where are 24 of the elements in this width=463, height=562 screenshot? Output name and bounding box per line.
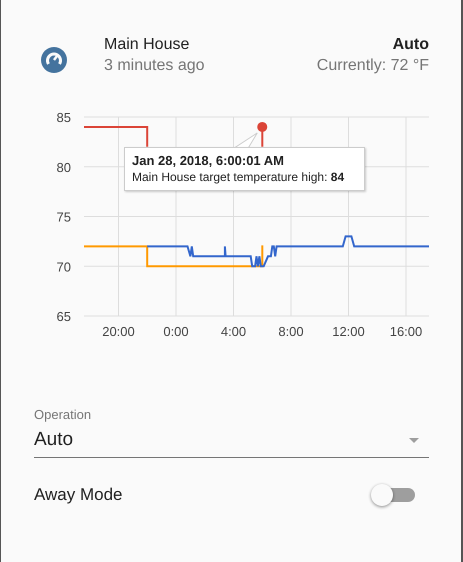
- operation-dropdown[interactable]: Auto: [34, 424, 429, 458]
- tooltip-text: Main House target temperature high: 84: [132, 169, 346, 185]
- last-updated: 3 minutes ago: [104, 57, 206, 75]
- thermostat-icon: [41, 47, 67, 73]
- x-axis-label: 4:00: [220, 324, 246, 339]
- tooltip-title: Jan 28, 2018, 6:00:01 AM: [132, 153, 285, 169]
- y-axis-label: 65: [56, 309, 71, 324]
- y-axis-label: 80: [56, 160, 71, 175]
- operation-label: Operation: [34, 407, 92, 422]
- y-axis-label: 70: [56, 259, 71, 274]
- y-axis-label: 85: [56, 110, 71, 125]
- x-axis-label: 16:00: [390, 324, 422, 339]
- caret-icon: [409, 438, 419, 442]
- mode-state: Auto: [392, 36, 429, 54]
- x-axis-label: 8:00: [278, 324, 304, 339]
- data-point-marker[interactable]: [257, 122, 268, 132]
- y-axis-label: 75: [56, 210, 71, 224]
- x-axis-label: 12:00: [332, 324, 365, 339]
- device-name: Main House: [104, 36, 190, 54]
- away-mode-toggle[interactable]: [371, 484, 417, 506]
- current-temperature: Currently: 72 °F: [316, 57, 429, 75]
- away-mode-label: Away Mode: [34, 485, 123, 505]
- x-axis-label: 20:00: [102, 324, 135, 339]
- x-axis-label: 0:00: [163, 324, 189, 339]
